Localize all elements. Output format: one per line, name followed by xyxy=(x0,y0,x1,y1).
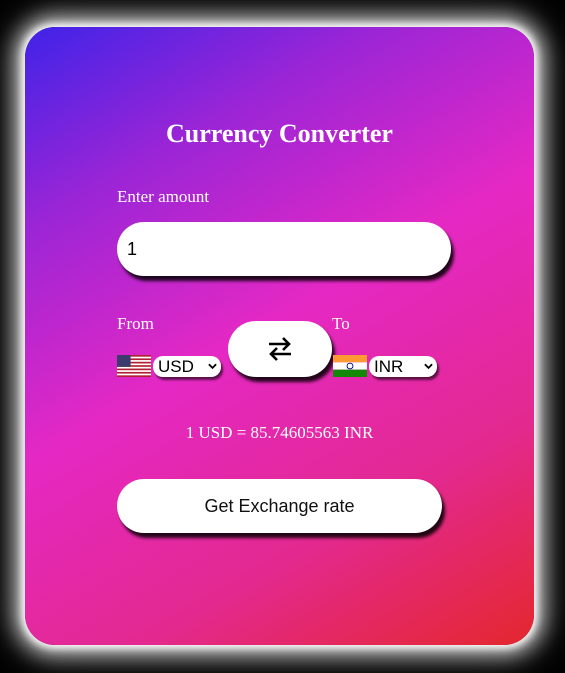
from-label: From xyxy=(117,314,154,333)
amount-input[interactable] xyxy=(117,222,427,276)
india-flag-icon xyxy=(333,355,367,377)
exchange-rate-result: 1 USD = 85.74605563 INR xyxy=(185,423,374,442)
to-currency-value: INR xyxy=(374,356,404,376)
from-currency-value: USD xyxy=(158,356,194,376)
converter-card: Currency Converter Enter amount From USD… xyxy=(25,27,534,645)
from-currency-select[interactable]: USD xyxy=(153,356,221,377)
get-exchange-rate-button[interactable]: Get Exchange rate xyxy=(117,479,442,533)
us-flag-icon xyxy=(117,355,151,377)
to-currency-select[interactable]: INR xyxy=(369,356,437,377)
chevron-down-icon xyxy=(424,363,433,370)
swap-arrows-icon xyxy=(269,337,291,361)
amount-label: Enter amount xyxy=(117,187,210,206)
swap-button[interactable] xyxy=(228,321,332,377)
amount-field-wrapper xyxy=(117,222,451,276)
to-label: To xyxy=(332,314,350,333)
page-title: Currency Converter xyxy=(166,119,393,148)
chevron-down-icon xyxy=(208,363,217,370)
